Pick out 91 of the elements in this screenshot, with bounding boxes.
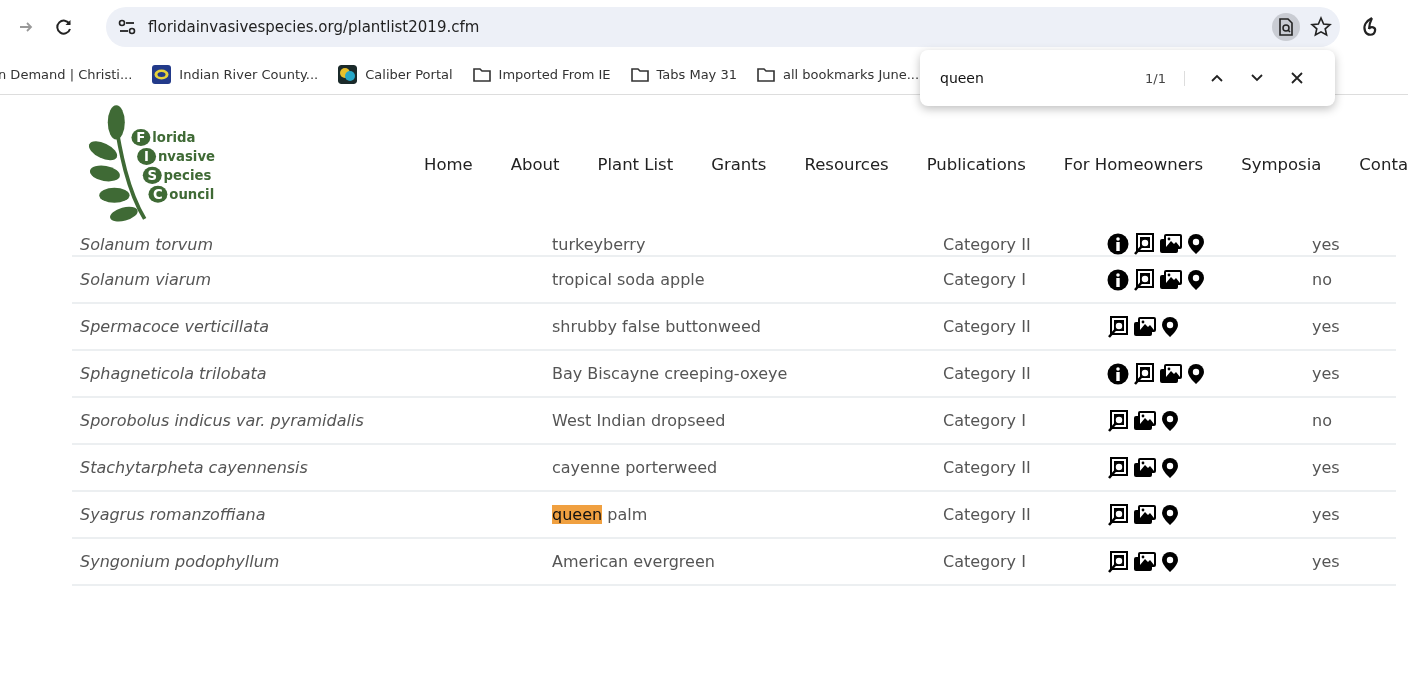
chevron-up-icon xyxy=(1210,73,1224,83)
map-pin-icon[interactable] xyxy=(1187,362,1205,385)
magnified-document-icon[interactable] xyxy=(1133,362,1155,385)
category: Category II xyxy=(943,458,1032,477)
category: Category II xyxy=(943,505,1032,524)
scientific-name: Syngonium podophyllum xyxy=(79,552,281,571)
common-name: Bay Biscayne creeping-oxeye xyxy=(552,364,789,383)
scientific-name: Syagrus romanzoffiana xyxy=(79,505,267,524)
bookmark[interactable]: Tabs May 31 xyxy=(630,66,737,82)
common-name: queen palm xyxy=(552,505,649,524)
site-icon xyxy=(338,64,358,84)
bookmark[interactable]: Imported From IE xyxy=(472,66,611,82)
native-value: yes xyxy=(1312,364,1341,383)
category: Category II xyxy=(943,317,1032,336)
search-highlight: queen xyxy=(552,505,603,524)
native-value: no xyxy=(1312,411,1333,430)
site-icon xyxy=(152,64,172,84)
nav-link[interactable]: Plant List xyxy=(597,154,674,174)
native-value: yes xyxy=(1312,234,1341,254)
common-name: tropical soda apple xyxy=(552,270,706,289)
map-pin-icon[interactable] xyxy=(1161,550,1179,573)
native-value: no xyxy=(1312,270,1333,289)
info-icon[interactable] xyxy=(1107,362,1129,385)
photos-icon[interactable] xyxy=(1159,233,1183,255)
nav-link[interactable]: Symposia xyxy=(1241,154,1322,174)
nav-link[interactable]: Publications xyxy=(926,154,1026,174)
url-text: floridainvasivespecies.org/plantlist2019.cfm xyxy=(148,18,480,36)
folder-icon xyxy=(757,66,775,82)
info-icon[interactable] xyxy=(1107,268,1129,291)
photos-icon[interactable] xyxy=(1133,503,1157,526)
scientific-name: Spermacoce verticillata xyxy=(79,317,271,336)
magnified-document-icon[interactable] xyxy=(1107,315,1129,338)
nav-link[interactable]: Resources xyxy=(804,154,889,174)
native-value: yes xyxy=(1312,458,1341,477)
scientific-name: Solanum viarum xyxy=(79,270,213,289)
find-field[interactable]: queen xyxy=(938,69,1146,87)
common-name: West Indian dropseed xyxy=(552,411,727,430)
map-pin-icon[interactable] xyxy=(1161,503,1179,526)
magnified-document-icon[interactable] xyxy=(1107,503,1129,526)
map-pin-icon[interactable] xyxy=(1187,233,1205,255)
scientific-name: Solanum torvum xyxy=(79,234,214,254)
bookmark[interactable]: Indian River County... xyxy=(152,64,319,84)
bookmark[interactable]: all bookmarks June... xyxy=(757,66,920,82)
nav-link[interactable]: Grants xyxy=(711,154,767,174)
native-value: yes xyxy=(1312,505,1341,524)
find-in-page-icon[interactable] xyxy=(1272,13,1300,41)
bookmark[interactable]: n Demand | Christi... xyxy=(0,66,133,82)
address-bar[interactable]: floridainvasivespecies.org/plantlist2019.cfm xyxy=(106,7,1340,47)
match-count: 1/1 xyxy=(1145,70,1185,86)
photos-icon[interactable] xyxy=(1133,409,1157,432)
category: Category II xyxy=(943,364,1032,383)
photos-icon[interactable] xyxy=(1159,268,1183,291)
magnified-document-icon[interactable] xyxy=(1107,550,1129,573)
reload-icon xyxy=(55,18,73,36)
photos-icon[interactable] xyxy=(1133,456,1157,479)
scientific-name: Sporobolus indicus var. pyramidalis xyxy=(79,411,365,430)
magnified-document-icon[interactable] xyxy=(1133,233,1155,255)
photos-icon[interactable] xyxy=(1133,550,1157,573)
category: Category I xyxy=(943,411,1027,430)
magnified-document-icon[interactable] xyxy=(1107,456,1129,479)
folder-icon xyxy=(472,66,491,82)
nav-link[interactable]: Conta xyxy=(1359,154,1408,174)
star-icon[interactable] xyxy=(1310,16,1332,38)
category: Category I xyxy=(943,270,1027,289)
scientific-name: Stachytarpheta cayennensis xyxy=(79,458,309,477)
map-pin-icon[interactable] xyxy=(1187,268,1205,291)
common-name: shrubby false buttonweed xyxy=(552,317,762,336)
nav-link[interactable]: About xyxy=(510,154,560,174)
logo[interactable]: F lorida I nvasive S pecies C ouncil xyxy=(86,102,228,226)
category: Category II xyxy=(943,234,1032,254)
info-icon[interactable] xyxy=(1107,233,1129,255)
native-value: yes xyxy=(1312,317,1341,336)
chevron-down-icon xyxy=(1250,73,1264,83)
nav-link[interactable]: For Homeowners xyxy=(1063,154,1204,174)
common-name: cayenne porterweed xyxy=(552,458,719,477)
common-name: turkeyberry xyxy=(552,234,647,254)
bookmark[interactable]: Caliber Portal xyxy=(338,64,453,84)
category: Category I xyxy=(943,552,1027,571)
map-pin-icon[interactable] xyxy=(1161,456,1179,479)
map-pin-icon[interactable] xyxy=(1161,409,1179,432)
common-name: American evergreen xyxy=(552,552,716,571)
native-value: yes xyxy=(1312,552,1341,571)
magnified-document-icon[interactable] xyxy=(1107,409,1129,432)
close-icon xyxy=(1290,71,1304,85)
nav-link[interactable]: Home xyxy=(424,154,473,174)
photos-icon[interactable] xyxy=(1159,362,1183,385)
folder-icon xyxy=(630,66,649,82)
map-pin-icon[interactable] xyxy=(1161,315,1179,338)
scientific-name: Sphagneticola trilobata xyxy=(79,364,268,383)
magnified-document-icon[interactable] xyxy=(1133,268,1155,291)
photos-icon[interactable] xyxy=(1133,315,1157,338)
